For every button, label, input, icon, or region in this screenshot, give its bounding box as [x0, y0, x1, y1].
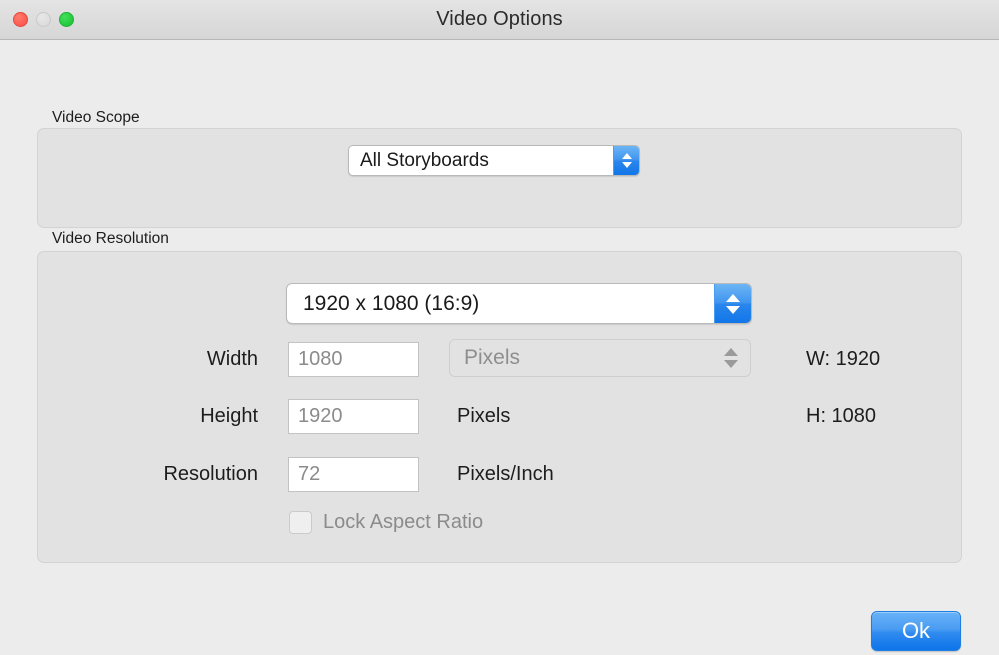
- lock-aspect-ratio-label: Lock Aspect Ratio: [323, 511, 484, 533]
- ok-button[interactable]: Ok: [871, 611, 961, 651]
- width-unit-value: Pixels: [464, 346, 521, 369]
- video-scope-popup-value: All Storyboards: [360, 149, 489, 171]
- close-window-button[interactable]: [13, 12, 28, 27]
- source-height-label: H: 1080: [806, 405, 877, 427]
- chevron-down-icon: [621, 162, 632, 168]
- chevron-up-icon: [724, 348, 738, 356]
- minimize-window-button[interactable]: [36, 12, 51, 27]
- window-controls: [13, 12, 74, 27]
- height-input[interactable]: 1920: [288, 399, 419, 434]
- width-label: Width: [206, 348, 258, 370]
- chevron-up-icon: [621, 153, 632, 159]
- chevron-down-icon: [724, 360, 738, 368]
- resolution-input[interactable]: 72: [288, 457, 419, 492]
- resolution-preset-stepper-icon[interactable]: [714, 284, 751, 323]
- lock-aspect-ratio-checkbox[interactable]: [289, 511, 312, 534]
- video-scope-group-box: [37, 128, 962, 228]
- width-unit-popup[interactable]: Pixels: [449, 339, 751, 377]
- height-unit-label: Pixels: [457, 405, 511, 427]
- zoom-window-button[interactable]: [59, 12, 74, 27]
- source-width-label: W: 1920: [806, 348, 881, 370]
- video-scope-popup[interactable]: All Storyboards: [348, 145, 640, 176]
- width-input[interactable]: 1080: [288, 342, 419, 377]
- video-options-dialog: Video Options Video Scope All Storyboard…: [0, 0, 999, 655]
- video-scope-group-label: Video Scope: [52, 109, 140, 126]
- lock-aspect-ratio-row[interactable]: Lock Aspect Ratio: [289, 511, 483, 534]
- resolution-unit-label: Pixels/Inch: [457, 463, 554, 485]
- width-unit-stepper-icon: [712, 348, 750, 368]
- video-scope-stepper-icon[interactable]: [613, 146, 639, 175]
- chevron-up-icon: [726, 293, 740, 302]
- resolution-preset-value: 1920 x 1080 (16:9): [303, 291, 480, 315]
- video-resolution-group-label: Video Resolution: [52, 230, 169, 247]
- resolution-label: Resolution: [163, 463, 258, 485]
- window-title: Video Options: [436, 8, 563, 30]
- height-label: Height: [200, 405, 258, 427]
- title-bar: Video Options: [0, 0, 999, 40]
- dialog-body: Video Scope All Storyboards Video Resolu…: [0, 40, 999, 655]
- chevron-down-icon: [726, 305, 740, 314]
- resolution-preset-popup[interactable]: 1920 x 1080 (16:9): [286, 283, 752, 324]
